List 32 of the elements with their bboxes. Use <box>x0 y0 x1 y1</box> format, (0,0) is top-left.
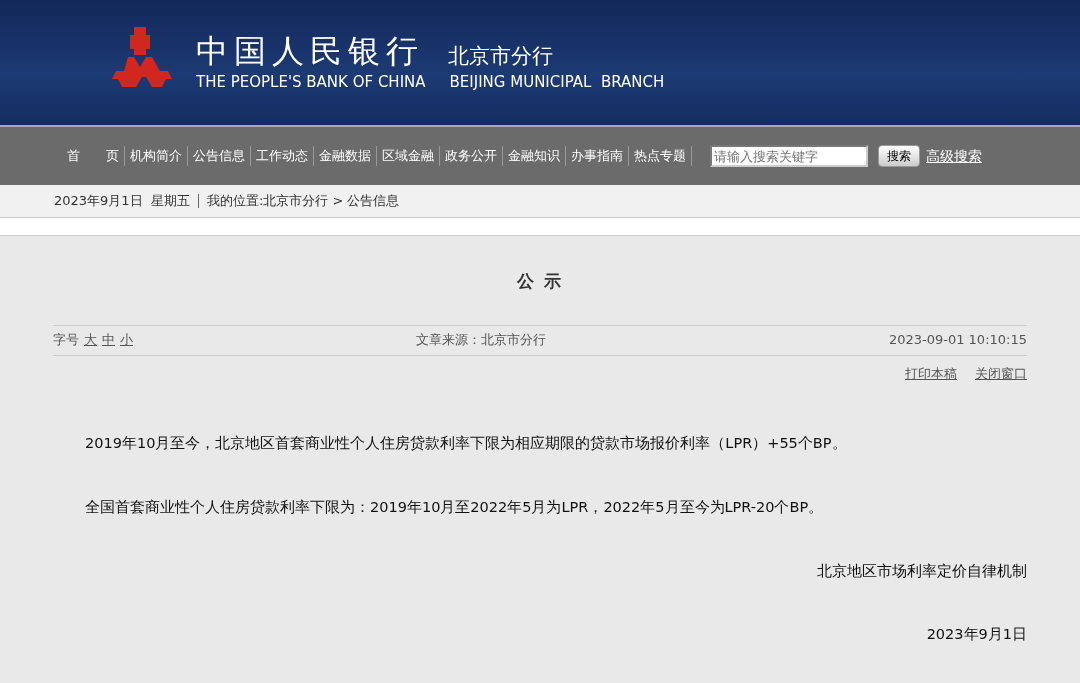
font-size-label: 字号 <box>53 331 79 350</box>
nav-link[interactable]: 热点专题 <box>629 146 692 166</box>
signature-text: 北京地区市场利率定价自律机制 <box>816 561 1027 581</box>
action-link[interactable]: 打印本稿 <box>905 363 957 383</box>
nav-link[interactable]: 机构简介 <box>125 146 188 166</box>
font-size-link[interactable]: 中 <box>102 330 115 350</box>
action-link[interactable]: 关闭窗口 <box>975 363 1027 383</box>
breadcrumb-text: 我的位置:北京市分行 > 公告信息 <box>206 192 400 211</box>
article-source: 文章来源：北京市分行 <box>415 331 546 350</box>
branch-name-chinese: 北京市分行 <box>448 46 553 67</box>
nav-link[interactable]: 金融知识 <box>503 146 566 166</box>
publish-datetime: 2023-09-01 10:10:15 <box>888 331 1027 350</box>
bank-name-chinese: 中国人民银行 <box>196 35 424 67</box>
nav-link[interactable]: 首 页 <box>62 146 125 166</box>
font-size-link[interactable]: 大 <box>84 330 97 350</box>
nav-link[interactable]: 办事指南 <box>566 146 629 166</box>
nav-link[interactable]: 公告信息 <box>188 146 251 166</box>
search-button[interactable]: 搜索 <box>878 145 920 167</box>
date-text: 2023年9月1日 星期五 <box>54 192 190 211</box>
advanced-search-link[interactable]: 高级搜索 <box>926 145 982 167</box>
date-text: 2023年9月1日 <box>925 625 1027 645</box>
nav-link[interactable]: 工作动态 <box>251 146 314 166</box>
paragraph: 全国首套商业性个人住房贷款利率下限为：2019年10月至2022年5月为LPR，2022年5月至今为LPR-20个BP。 <box>84 497 825 517</box>
paragraph: 2019年10月至今，北京地区首套商业性个人住房贷款利率下限为相应期限的贷款市场报价利率（LPR）+55个BP。 <box>84 434 848 453</box>
nav-link[interactable]: 政务公开 <box>440 146 503 166</box>
nav-link[interactable]: 金融数据 <box>314 146 377 166</box>
branch-name-english: BEIJING MUNICIPAL BRANCH <box>449 75 665 90</box>
font-size-link[interactable]: 小 <box>120 330 133 350</box>
article-title: 公 示 <box>516 270 564 293</box>
bank-name-english: THE PEOPLE'S BANK OF CHINA <box>196 75 426 90</box>
search-field[interactable]: 请输入搜索关键字 <box>710 145 868 167</box>
nav-link[interactable]: 区域金融 <box>377 146 440 166</box>
